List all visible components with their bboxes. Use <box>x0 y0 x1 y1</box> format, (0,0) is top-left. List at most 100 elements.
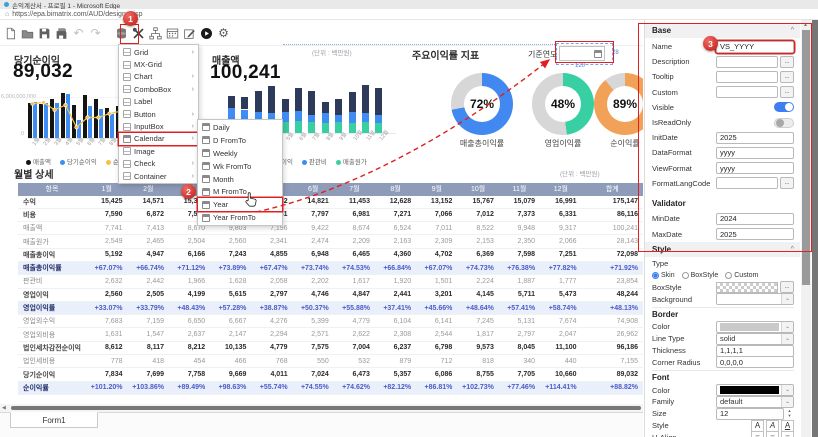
table-row: 매출총이익률+67.07%+66.74%+71.12%+73.89%+67.47… <box>18 261 643 274</box>
submenu-item-year-fromto[interactable]: Year FromTo <box>198 211 282 224</box>
table-cell: 6,369 <box>457 248 499 261</box>
legend-dot-icon <box>336 160 341 165</box>
table-cell: 48,244 <box>582 288 643 301</box>
table-cell: 175,147 <box>582 196 643 209</box>
open-folder-button[interactable] <box>21 26 34 41</box>
submenu-item-d-fromto[interactable]: D FromTo <box>198 134 282 147</box>
table-cell: 7,797 <box>293 208 334 221</box>
menu-item-combobox[interactable]: ComboBox› <box>119 83 198 95</box>
menu-item-button[interactable]: Button› <box>119 108 198 120</box>
mx-grid-icon <box>123 61 131 69</box>
color-swatch <box>720 323 779 331</box>
color-color-picker[interactable]: ⌄ <box>716 321 794 333</box>
field-size: Size12▲▼ <box>652 408 794 420</box>
italic-button[interactable]: A <box>766 420 779 432</box>
window-edge-scrollbar[interactable] <box>812 20 818 437</box>
save-all-button[interactable] <box>55 26 68 41</box>
table-cell: 6,331 <box>540 208 582 221</box>
table-cell: +76.38% <box>499 261 540 274</box>
menu-item-image[interactable]: Image <box>119 145 198 157</box>
hierarchy-button[interactable] <box>149 26 162 41</box>
table-cell: +67.07% <box>86 261 128 274</box>
corner radius-input[interactable]: 0,0,0,0 <box>716 356 794 368</box>
table-cell: 12,628 <box>375 196 416 209</box>
field-radios: Skin BoxStyle Custom <box>652 270 794 282</box>
table-cell: 6,798 <box>416 341 457 354</box>
undo-button[interactable]: ↶ <box>72 26 85 41</box>
menu-item-chart[interactable]: Chart› <box>119 71 198 83</box>
table-row: 매출원가2,5492,4652,5042,5602,3412,4742,2092… <box>18 235 643 248</box>
menu-item-container[interactable]: Container› <box>119 170 198 182</box>
design-canvas[interactable]: 당기순이익 89,032 6,000,000,000 0 매출액당기순이익순이익… <box>0 46 643 404</box>
segment-영업이익 <box>308 91 315 114</box>
menu-item-label[interactable]: Label <box>119 96 198 108</box>
more-options-button[interactable]: ... <box>780 281 794 293</box>
size-input[interactable]: 12 <box>716 408 784 420</box>
table-cell: 1,501 <box>416 275 457 288</box>
align-center-button[interactable]: ≡ <box>766 431 779 437</box>
family-dropdown[interactable]: default⌄ <box>716 396 794 408</box>
align-right-button[interactable]: ≡ <box>781 431 794 437</box>
underline-button[interactable]: A <box>781 420 794 432</box>
table-cell: +101.20% <box>86 381 128 394</box>
submenu-item-daily[interactable]: Daily <box>198 121 282 134</box>
settings-button[interactable]: ⚙ <box>217 26 230 41</box>
menu-item-inputbox[interactable]: InputBox› <box>119 120 198 132</box>
table-cell: +73.89% <box>210 261 251 274</box>
dropdown-arrow-icon[interactable]: ⌄ <box>781 397 793 407</box>
scroll-left-icon[interactable]: ◀ <box>2 405 6 411</box>
menu-item-mx-grid[interactable]: MX-Grid <box>119 58 198 70</box>
dropdown-arrow-icon[interactable]: ⌄ <box>781 385 793 395</box>
background-dropdown[interactable]: ⌄ <box>716 293 794 305</box>
table-cell: 9,317 <box>540 222 582 235</box>
dropdown-arrow-icon[interactable]: ⌄ <box>781 322 793 332</box>
dropdown-arrow-icon[interactable]: ⌄ <box>781 334 793 344</box>
submenu-item-year[interactable]: Year <box>198 198 282 211</box>
color-color-picker[interactable]: ⌄ <box>716 384 794 396</box>
panel-section-font: Font <box>652 370 794 384</box>
table-cell: 7,699 <box>128 368 170 381</box>
segment-판관비 <box>335 115 342 122</box>
save-button[interactable] <box>38 26 51 41</box>
submenu-item-m-fromto[interactable]: M FromTo <box>198 185 282 198</box>
run-button[interactable] <box>200 26 213 41</box>
row-label: 영업외비용 <box>18 328 86 341</box>
hscroll-thumb[interactable] <box>11 406 641 410</box>
table-cell: +74.73% <box>457 261 499 274</box>
table-cell: 26,962 <box>582 328 643 341</box>
boxstyle-swatch[interactable] <box>716 282 778 293</box>
table-row: 법인세차감전순이익8,6128,1178,21210,1354,7797,575… <box>18 341 643 354</box>
radio-boxstyle[interactable]: BoxStyle <box>682 272 719 279</box>
ratio-section-title: 주요이익률 지표 <box>412 47 479 62</box>
column-header: 7월 <box>334 183 375 196</box>
thickness-input[interactable]: 1,1,1,1 <box>716 345 794 357</box>
chevron-right-icon: › <box>192 123 194 130</box>
spinner-arrows[interactable]: ▲▼ <box>785 408 794 420</box>
dataset-button[interactable] <box>166 26 179 41</box>
submenu-item-weekly[interactable]: Weekly <box>198 147 282 160</box>
chevron-right-icon: › <box>192 173 194 180</box>
horizontal-scrollbar[interactable]: ◀ <box>0 404 643 412</box>
row-label: 순이익률 <box>18 381 86 394</box>
submenu-item-wk-fromto[interactable]: Wk FromTo <box>198 160 282 173</box>
radio-skin[interactable]: Skin <box>652 272 675 279</box>
menu-item-check[interactable]: Check› <box>119 158 198 170</box>
table-row: 영업이익2,5602,5054,1995,6152,7974,7464,8472… <box>18 288 643 301</box>
dropdown-arrow-icon[interactable]: ⌄ <box>781 294 793 304</box>
spin-down-icon[interactable]: ▼ <box>788 414 792 418</box>
table-cell: 532 <box>334 355 375 368</box>
submenu-item-month[interactable]: Month <box>198 173 282 186</box>
bold-button[interactable]: A <box>751 420 764 432</box>
menu-item-grid[interactable]: Grid› <box>119 46 198 58</box>
edit-button[interactable] <box>183 26 196 41</box>
menu-item-calendar[interactable]: Calendar› <box>119 133 198 145</box>
radio-custom[interactable]: Custom <box>725 272 758 279</box>
table-cell: 7,271 <box>375 208 416 221</box>
new-file-button[interactable] <box>4 26 17 41</box>
redo-button[interactable]: ↷ <box>89 26 102 41</box>
tab-form1[interactable]: Form1 <box>10 412 98 428</box>
table-row: 법인세비용77841845446676855053287971281834044… <box>18 355 643 368</box>
line-type-dropdown[interactable]: solid⌄ <box>716 333 794 345</box>
designer-window: 손익계산서 - 프로필 1 - Microsoft Edge ⌂ https:/… <box>0 0 818 437</box>
align-left-button[interactable]: ≡ <box>751 431 764 437</box>
